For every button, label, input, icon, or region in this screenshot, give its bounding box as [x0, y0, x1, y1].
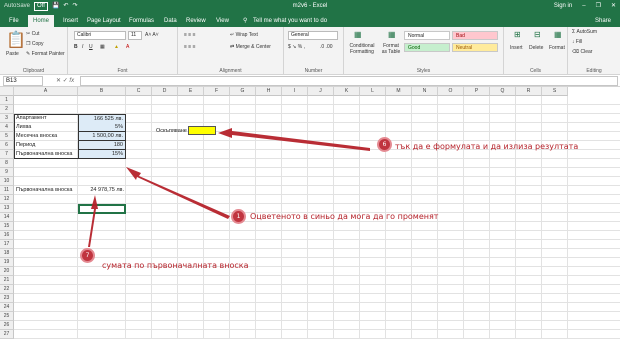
annotation-badge-1: 1 [231, 209, 246, 224]
annotation-badge-6: 6 [377, 137, 392, 152]
annotation-text-1: Оцветеното в синьо да мога да го променя… [250, 212, 439, 221]
annotation-badge-7: 7 [80, 248, 95, 263]
arrow-1 [126, 167, 230, 219]
arrow-7 [88, 195, 98, 247]
annotation-text-6: тък да е формулата и да излиза резултата [395, 142, 579, 151]
arrow-6 [218, 128, 370, 151]
annotation-arrows [88, 128, 370, 247]
excel-window: AutoSave Off 💾 ↶ ↷ m2v6 - Excel Sign in … [0, 0, 620, 339]
annotation-text-7: сумата по първоначалната вноска [102, 261, 249, 270]
